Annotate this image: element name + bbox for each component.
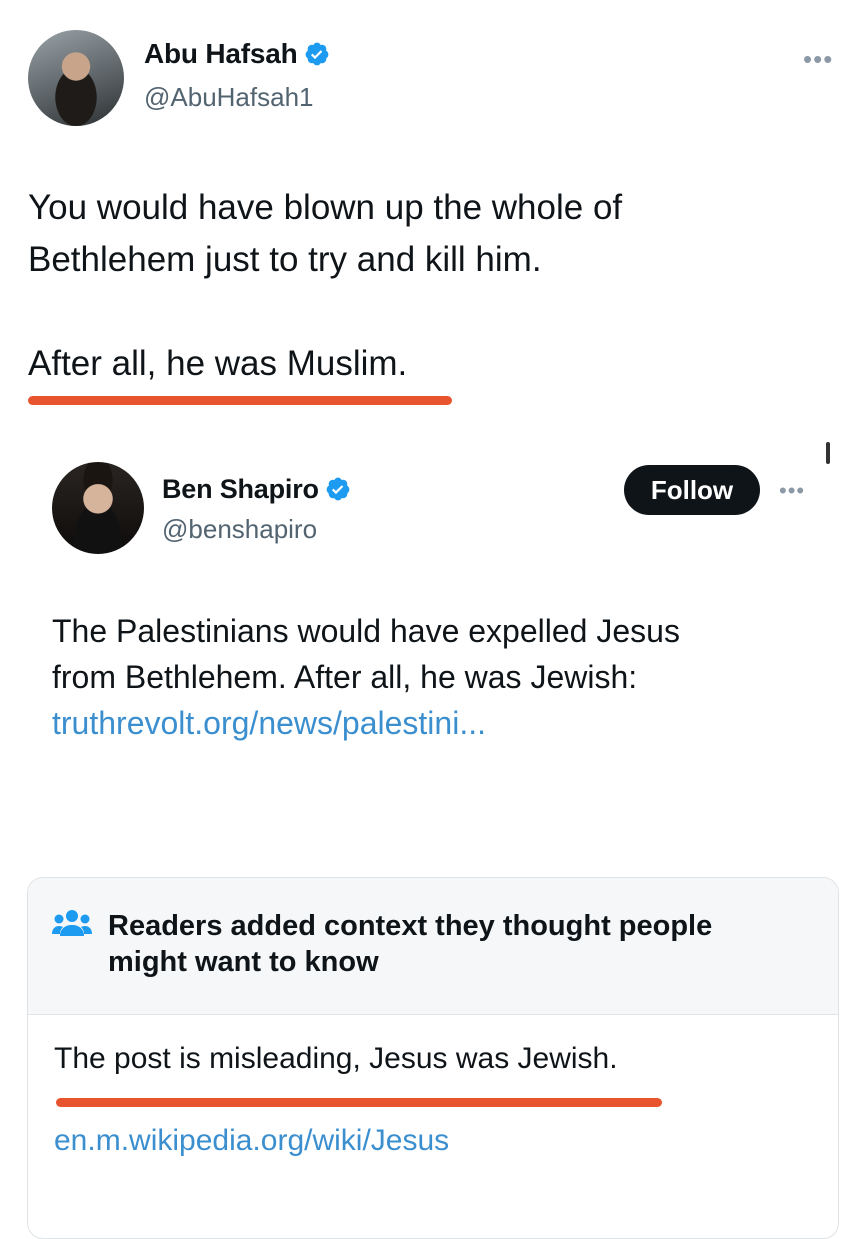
community-note-link[interactable]: en.m.wikipedia.org/wiki/Jesus [54, 1118, 449, 1164]
quoted-text-line: from Bethlehem. After all, he was Jewish… [52, 659, 638, 695]
quoted-tweet-link[interactable]: truthrevolt.org/news/palestini... [52, 700, 812, 746]
community-note-header: Readers added context they thought peopl… [28, 878, 838, 1015]
tweet-text-line: You would have blown up the whole of [28, 188, 623, 227]
author-name-row[interactable]: Abu Hafsah [144, 38, 330, 70]
note-title-line: Readers added context they thought peopl… [108, 910, 713, 942]
people-icon [52, 908, 92, 943]
verified-badge-icon [325, 476, 351, 502]
tweet-text-line: After all, he was Muslim. [28, 344, 408, 383]
quoted-author-name[interactable]: Ben Shapiro [162, 474, 319, 504]
tweet-text-line: Bethlehem just to try and kill him. [28, 240, 542, 279]
more-options-icon[interactable]: ••• [779, 478, 805, 504]
highlight-underline [28, 396, 452, 405]
highlight-underline [56, 1098, 662, 1107]
community-note-title: Readers added context they thought peopl… [108, 908, 828, 980]
more-options-icon[interactable]: ••• [803, 44, 833, 75]
community-note-card: Readers added context they thought peopl… [27, 877, 839, 1239]
scrollbar-thumb[interactable] [826, 442, 830, 464]
author-avatar[interactable] [28, 30, 124, 126]
quoted-author-avatar[interactable] [52, 462, 144, 554]
community-note-body: The post is misleading, Jesus was Jewish… [54, 1042, 618, 1075]
author-name[interactable]: Abu Hafsah [144, 38, 298, 69]
quoted-author-name-row[interactable]: Ben Shapiro [162, 474, 351, 505]
verified-badge-icon [304, 41, 330, 67]
quoted-text-line: The Palestinians would have expelled Jes… [52, 613, 680, 649]
quoted-tweet-text: The Palestinians would have expelled Jes… [52, 608, 812, 746]
author-handle[interactable]: @AbuHafsah1 [144, 82, 314, 113]
follow-button[interactable]: Follow [624, 465, 760, 515]
note-title-line: might want to know [108, 946, 379, 978]
quoted-author-handle[interactable]: @benshapiro [162, 514, 317, 545]
tweet-text: You would have blown up the whole of Bet… [28, 182, 828, 390]
